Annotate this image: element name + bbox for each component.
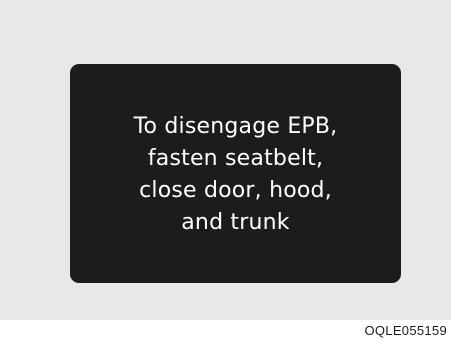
message-line-2: fasten seatbelt, [147, 145, 324, 171]
figure-code: OQLE055159 [364, 323, 447, 338]
warning-message: To disengage EPB, fasten seatbelt, close… [134, 111, 338, 239]
figure-frame: To disengage EPB, fasten seatbelt, close… [0, 0, 451, 320]
cluster-warning-display: To disengage EPB, fasten seatbelt, close… [70, 64, 401, 283]
message-line-3: close door, hood, [139, 177, 332, 203]
message-line-1: To disengage EPB, [133, 113, 338, 139]
message-line-4: and trunk [181, 209, 290, 235]
